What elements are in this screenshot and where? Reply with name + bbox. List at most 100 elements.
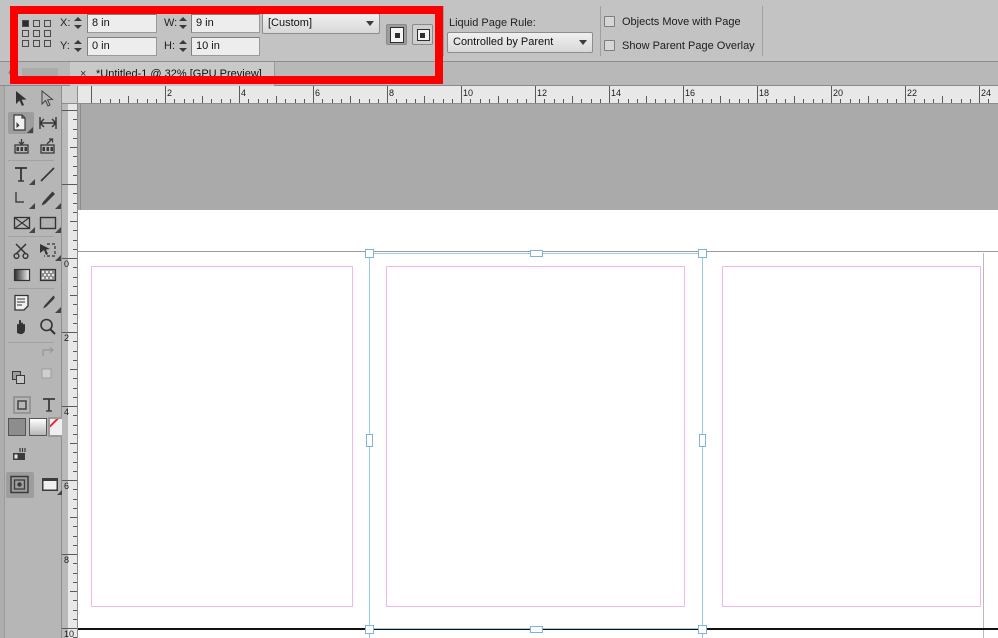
tool-flyout-indicator	[29, 227, 35, 233]
ruler-tick-minor	[73, 175, 77, 176]
tools-divider-3	[8, 288, 54, 289]
ruler-label-h: 10	[463, 89, 473, 98]
ruler-tick-minor	[711, 99, 712, 103]
view-options-icon[interactable]	[8, 444, 34, 466]
width-field[interactable]: 9 in	[191, 14, 260, 33]
swap-fill-stroke-icon[interactable]	[36, 344, 62, 366]
ruler-tick-minor	[276, 96, 277, 103]
ruler-tick-minor	[933, 99, 934, 103]
pencil-tool[interactable]	[36, 188, 62, 210]
document-tab[interactable]: × *Untitled-1 @ 32% [GPU Preview]	[70, 62, 275, 86]
liquid-page-rule-select[interactable]: Controlled by Parent	[447, 32, 593, 53]
content-collector-tool[interactable]	[10, 136, 36, 158]
fill-stroke-stack-icon[interactable]	[8, 368, 34, 390]
tab-overflow-icon[interactable]: ‹	[8, 68, 11, 78]
ruler-tick-minor	[702, 99, 703, 103]
ruler-tick-minor	[739, 99, 740, 103]
ruler-tick-minor	[803, 99, 804, 103]
control-bar: X: 8 in Y: 0 in W: 9 in H: 10 in	[0, 0, 998, 62]
rectangle-tool[interactable]	[36, 212, 62, 234]
scissors-tool[interactable]	[10, 240, 36, 262]
ruler-tick-minor	[526, 99, 527, 103]
ruler-tick-major	[609, 86, 610, 103]
ruler-tick-minor	[924, 99, 925, 103]
ruler-tick-major	[683, 86, 684, 103]
ruler-tick-minor	[304, 99, 305, 103]
tools-panel-grip[interactable]	[0, 86, 5, 638]
selection-handle-middle-left[interactable]	[366, 434, 373, 447]
ruler-tick-minor	[73, 360, 77, 361]
pasteboard-area	[78, 104, 998, 210]
hand-tool[interactable]	[10, 316, 36, 338]
ruler-tick-major	[239, 86, 240, 103]
selection-handle-top-left[interactable]	[365, 249, 374, 258]
ruler-label-h: 20	[833, 89, 843, 98]
ruler-tick-minor	[73, 193, 77, 194]
ruler-tick-minor	[73, 129, 77, 130]
ruler-tick-minor	[70, 369, 77, 370]
normal-view-mode-icon[interactable]	[6, 472, 34, 498]
y-position-field[interactable]: 0 in	[87, 37, 157, 56]
reference-point-proxy[interactable]	[22, 20, 54, 47]
free-transform-tool[interactable]	[36, 240, 62, 262]
gradient-feather-tool[interactable]	[36, 264, 62, 286]
apply-color-swatch[interactable]	[8, 418, 26, 436]
orientation-landscape-button[interactable]	[412, 24, 433, 45]
content-placer-tool[interactable]	[36, 136, 62, 158]
frame-tool[interactable]	[10, 212, 36, 234]
pen-tool[interactable]	[10, 188, 36, 210]
margin-guide-page-1	[91, 266, 353, 607]
ruler-tick-major	[757, 86, 758, 103]
type-tool[interactable]	[10, 164, 36, 186]
ruler-tick-minor	[517, 99, 518, 103]
formatting-affects-text-icon[interactable]	[38, 394, 64, 416]
height-stepper[interactable]	[179, 38, 188, 54]
default-fill-stroke-icon[interactable]	[36, 364, 62, 386]
height-field[interactable]: 10 in	[191, 37, 260, 56]
document-canvas[interactable]	[78, 104, 998, 638]
preview-mode-icon[interactable]	[38, 474, 64, 496]
gradient-swatch-tool[interactable]	[10, 264, 36, 286]
selection-handle-bottom-left[interactable]	[365, 625, 374, 634]
ruler-tick-major	[979, 86, 980, 103]
width-stepper[interactable]	[179, 15, 188, 31]
orientation-portrait-button[interactable]	[386, 24, 407, 45]
close-icon[interactable]: ×	[80, 62, 86, 86]
vertical-ruler[interactable]: 0246810	[62, 104, 78, 638]
formatting-affects-container-icon[interactable]	[10, 394, 36, 416]
selection-handle-top-center[interactable]	[530, 250, 543, 257]
x-position-stepper[interactable]	[74, 15, 83, 31]
ruler-tick-major	[461, 86, 462, 103]
page-selection-bounds[interactable]	[369, 253, 703, 629]
eyedropper-tool[interactable]	[36, 292, 62, 314]
page-size-preset-select[interactable]: [Custom]	[262, 13, 380, 34]
ruler-origin-corner[interactable]	[62, 86, 78, 104]
selection-handle-middle-right[interactable]	[699, 434, 706, 447]
ruler-tick-minor	[73, 138, 77, 139]
selection-handle-top-right[interactable]	[698, 249, 707, 258]
selection-handle-bottom-center[interactable]	[530, 626, 543, 633]
selection-tool[interactable]	[10, 88, 36, 110]
horizontal-ruler[interactable]: 24681012141618202224	[78, 86, 998, 104]
apply-gradient-swatch[interactable]	[29, 418, 47, 436]
page-tool[interactable]	[8, 112, 34, 134]
selection-handle-bottom-right[interactable]	[698, 625, 707, 634]
objects-move-with-page-label: Objects Move with Page	[622, 16, 741, 28]
ruler-tick-minor	[230, 99, 231, 103]
x-position-field[interactable]: 8 in	[87, 14, 157, 33]
zoom-tool[interactable]	[36, 316, 62, 338]
ruler-tick-minor	[322, 99, 323, 103]
ruler-tick-minor	[942, 96, 943, 103]
ruler-label-h: 24	[981, 89, 991, 98]
objects-move-with-page-checkbox[interactable]	[604, 16, 615, 27]
ruler-tick-minor	[73, 277, 77, 278]
ruler-tick-minor	[813, 99, 814, 103]
show-parent-page-overlay-checkbox[interactable]	[604, 40, 615, 51]
gap-tool[interactable]	[36, 112, 62, 134]
ruler-tick-minor	[600, 99, 601, 103]
note-tool[interactable]	[10, 292, 36, 314]
direct-selection-tool[interactable]	[36, 88, 62, 110]
line-tool[interactable]	[36, 164, 62, 186]
y-position-stepper[interactable]	[74, 38, 83, 54]
ruler-label-v: 6	[64, 482, 74, 490]
